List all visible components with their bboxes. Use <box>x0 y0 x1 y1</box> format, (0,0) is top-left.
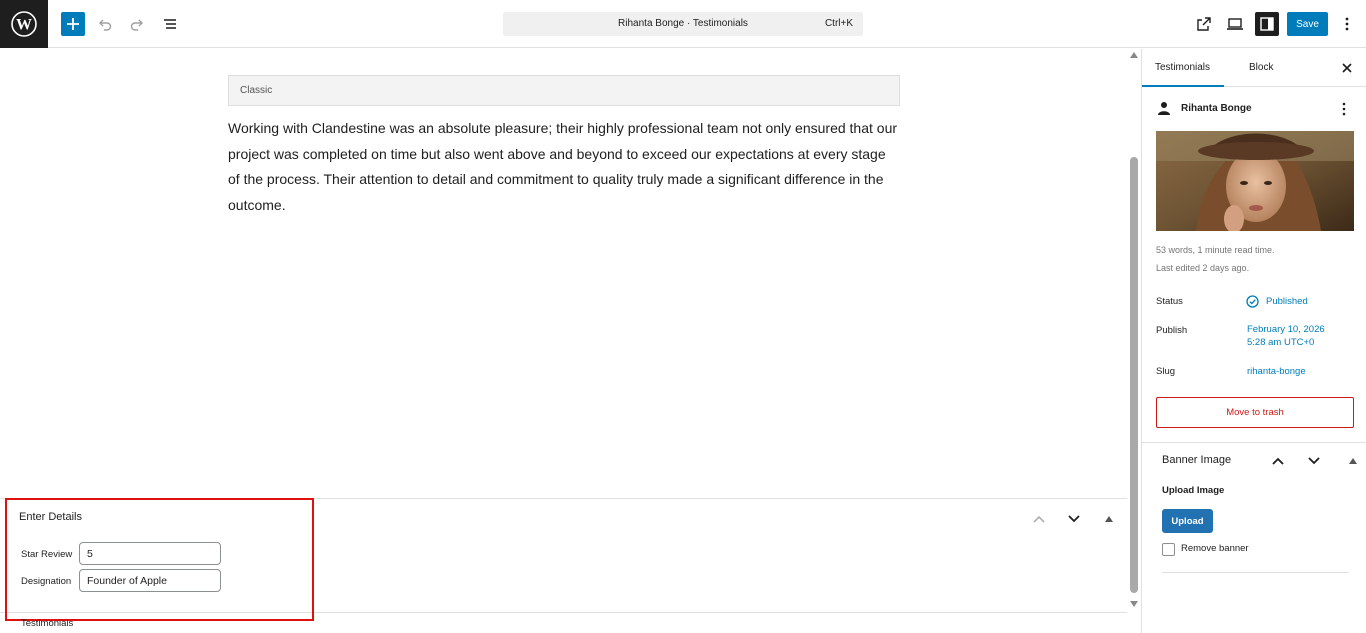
word-count: 53 words, 1 minute read time. <box>1156 245 1275 255</box>
chevron-down-icon <box>1068 515 1080 523</box>
triangle-up-icon <box>1349 458 1357 464</box>
settings-sidebar: Testimonials Block Rihanta Bonge 53 word… <box>1141 49 1366 633</box>
sidebar-tabs: Testimonials Block <box>1142 49 1366 87</box>
classic-block-toolbar[interactable]: Classic <box>228 75 900 106</box>
publish-date[interactable]: February 10, 2026 <box>1247 323 1325 336</box>
enter-details-metabox: Enter Details Star Review Designation <box>0 498 1127 613</box>
featured-image-photo <box>1156 131 1354 231</box>
desktop-icon <box>1227 18 1243 30</box>
editor-scrollbar[interactable] <box>1127 49 1141 613</box>
sidebar-icon <box>1260 17 1274 31</box>
banner-image-title: Banner Image <box>1162 454 1232 466</box>
featured-image[interactable] <box>1156 131 1354 231</box>
post-title: Rihanta Bonge <box>1181 103 1252 114</box>
list-view-icon <box>164 19 176 29</box>
chevron-up-icon <box>1033 515 1045 523</box>
last-edited: Last edited 2 days ago. <box>1156 263 1250 273</box>
move-down-button[interactable] <box>1064 509 1084 529</box>
divider <box>1142 442 1366 443</box>
star-review-input[interactable] <box>79 542 221 565</box>
remove-banner-checkbox[interactable] <box>1162 543 1175 556</box>
options-menu-button[interactable] <box>1335 12 1359 36</box>
scroll-down-arrow-icon[interactable] <box>1130 601 1138 607</box>
more-vertical-icon <box>1345 17 1349 31</box>
command-palette-bar[interactable]: Rihanta Bonge · Testimonials Ctrl+K <box>503 12 863 36</box>
preview-button[interactable] <box>1223 12 1247 36</box>
remove-banner-label[interactable]: Remove banner <box>1181 543 1249 554</box>
tab-testimonials[interactable]: Testimonials <box>1155 62 1210 73</box>
banner-toggle-button[interactable] <box>1344 452 1362 470</box>
scroll-thumb[interactable] <box>1130 157 1138 593</box>
toggle-panel-button[interactable] <box>1099 509 1119 529</box>
block-editor: W Rihanta Bonge · Testimonials Ctrl+K Sa… <box>0 0 1366 633</box>
designation-label: Designation <box>21 576 72 587</box>
metabox-title: Enter Details <box>19 511 82 523</box>
plus-icon <box>67 18 79 30</box>
undo-icon <box>99 19 112 31</box>
redo-icon <box>130 19 143 31</box>
document-title: Rihanta Bonge · Testimonials <box>618 18 748 29</box>
upload-button[interactable]: Upload <box>1162 509 1213 533</box>
publish-time[interactable]: 5:28 am UTC+0 <box>1247 336 1314 349</box>
banner-move-up-button[interactable] <box>1269 452 1287 470</box>
upload-image-label: Upload Image <box>1162 485 1225 496</box>
user-icon <box>1158 102 1170 115</box>
shortcut-hint: Ctrl+K <box>824 18 853 29</box>
classic-block-content[interactable]: Working with Clandestine was an absolute… <box>228 116 900 218</box>
document-overview-button[interactable] <box>158 12 182 36</box>
divider <box>1162 572 1349 573</box>
publish-label: Publish <box>1156 325 1188 336</box>
breadcrumb[interactable]: Testimonials <box>21 618 73 629</box>
editor-canvas[interactable]: Classic Working with Clandestine was an … <box>0 49 1127 498</box>
post-actions-button[interactable] <box>1335 100 1353 118</box>
status-value[interactable]: Published <box>1266 295 1308 308</box>
view-post-button[interactable] <box>1192 12 1216 36</box>
more-vertical-icon <box>1342 102 1346 116</box>
published-check-icon <box>1246 295 1259 308</box>
triangle-up-icon <box>1105 516 1113 522</box>
scroll-up-arrow-icon[interactable] <box>1130 52 1138 58</box>
banner-move-down-button[interactable] <box>1305 452 1323 470</box>
slug-label: Slug <box>1156 366 1176 377</box>
designation-input[interactable] <box>79 569 221 592</box>
move-up-button[interactable] <box>1029 509 1049 529</box>
move-to-trash-button[interactable]: Move to trash <box>1156 397 1354 428</box>
svg-text:W: W <box>16 17 32 34</box>
tab-block[interactable]: Block <box>1249 62 1273 73</box>
wordpress-logo-icon[interactable]: W <box>0 0 48 48</box>
undo-button[interactable] <box>93 12 117 36</box>
active-tab-indicator <box>1142 85 1224 87</box>
editor-toolbar: W Rihanta Bonge · Testimonials Ctrl+K Sa… <box>0 0 1366 48</box>
chevron-down-icon <box>1308 457 1320 465</box>
add-block-button[interactable] <box>61 12 85 36</box>
slug-value[interactable]: rihanta-bonge <box>1247 365 1306 378</box>
chevron-up-icon <box>1272 457 1284 465</box>
external-link-icon <box>1197 17 1211 31</box>
wordpress-logo-svg: W <box>11 11 37 37</box>
close-icon <box>1342 63 1352 73</box>
star-review-label: Star Review <box>21 549 73 560</box>
status-label: Status <box>1156 296 1183 307</box>
close-sidebar-button[interactable] <box>1338 59 1356 77</box>
settings-toggle-button[interactable] <box>1255 12 1279 36</box>
save-button[interactable]: Save <box>1287 12 1328 36</box>
redo-button[interactable] <box>125 12 149 36</box>
